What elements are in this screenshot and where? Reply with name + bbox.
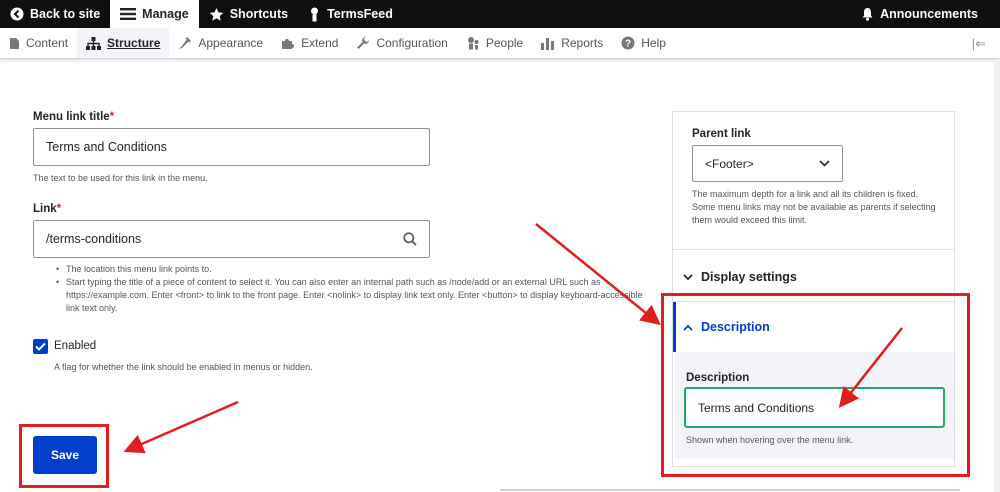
description-field-label: Description bbox=[686, 372, 750, 384]
menu-link-sidebar: Parent link <Footer> The maximum depth f… bbox=[672, 111, 955, 467]
chevron-up-icon bbox=[683, 324, 693, 331]
people-icon bbox=[467, 37, 479, 50]
tray-item-label: People bbox=[485, 36, 524, 50]
link-autocomplete-input[interactable]: /terms-conditions bbox=[33, 220, 430, 258]
tray-item-label: Help bbox=[641, 36, 666, 50]
announcements-label: Announcements bbox=[880, 7, 978, 21]
description-value: Terms and Conditions bbox=[698, 400, 815, 415]
tray-item-help[interactable]: ? Help bbox=[612, 28, 675, 58]
tray-item-label: Appearance bbox=[198, 36, 264, 50]
tray-item-extend[interactable]: Extend bbox=[272, 28, 347, 58]
tray-item-structure[interactable]: Structure bbox=[77, 28, 170, 58]
svg-text:?: ? bbox=[625, 39, 631, 50]
shortcuts-tab[interactable]: Shortcuts bbox=[199, 0, 298, 28]
reports-icon bbox=[541, 38, 555, 50]
manage-tab[interactable]: Manage bbox=[110, 0, 199, 28]
tray-item-label: Reports bbox=[561, 36, 604, 50]
back-to-site-link[interactable]: Back to site bbox=[0, 0, 110, 28]
hamburger-icon bbox=[120, 8, 137, 20]
display-settings-label: Display settings bbox=[701, 270, 797, 284]
manage-label: Manage bbox=[142, 7, 189, 21]
enabled-label[interactable]: Enabled bbox=[54, 340, 96, 352]
enabled-checkbox[interactable] bbox=[33, 339, 48, 354]
shortcuts-label: Shortcuts bbox=[229, 7, 289, 21]
link-help-item: The location this menu link points to. bbox=[56, 263, 656, 276]
menu-link-title-value: Terms and Conditions bbox=[46, 140, 167, 154]
tray-item-label: Content bbox=[26, 36, 69, 50]
admin-tray: Content Structure Appearance Extend Conf… bbox=[0, 28, 1000, 59]
admin-toolbar: Back to site Manage Shortcuts TermsFeed … bbox=[0, 0, 1000, 28]
tray-item-appearance[interactable]: Appearance bbox=[169, 28, 272, 58]
parent-link-value: <Footer> bbox=[705, 156, 754, 171]
link-help-item: Start typing the title of a piece of con… bbox=[56, 276, 656, 315]
parent-link-description: The maximum depth for a link and all its… bbox=[692, 189, 936, 225]
chevron-down-icon bbox=[819, 160, 830, 167]
tray-item-people[interactable]: People bbox=[457, 28, 532, 58]
person-icon bbox=[311, 7, 319, 21]
tray-item-content[interactable]: Content bbox=[0, 28, 77, 58]
checkmark-icon bbox=[35, 342, 46, 351]
tray-item-label: Configuration bbox=[376, 36, 448, 50]
configuration-icon bbox=[357, 37, 370, 49]
content-icon bbox=[10, 37, 19, 49]
display-settings-toggle[interactable]: Display settings bbox=[683, 270, 797, 284]
tray-orientation-toggle[interactable]: |⇐ bbox=[972, 36, 986, 52]
parent-link-select[interactable]: <Footer> bbox=[692, 145, 843, 182]
back-arrow-icon bbox=[10, 7, 24, 21]
menu-link-title-input[interactable]: Terms and Conditions bbox=[33, 128, 430, 166]
save-button[interactable]: Save bbox=[33, 436, 97, 474]
star-icon bbox=[209, 7, 223, 21]
appearance-icon bbox=[179, 37, 192, 49]
user-tab[interactable]: TermsFeed bbox=[298, 0, 403, 28]
page-scrollbar[interactable] bbox=[994, 59, 1000, 492]
menu-link-title-label: Menu link title* bbox=[33, 111, 115, 123]
structure-icon bbox=[86, 36, 102, 50]
tray-item-label: Structure bbox=[107, 36, 161, 50]
tray-item-label: Extend bbox=[301, 36, 339, 50]
help-icon: ? bbox=[621, 36, 635, 50]
description-section-body: Description Terms and Conditions Shown w… bbox=[675, 352, 954, 459]
tray-item-reports[interactable]: Reports bbox=[532, 28, 612, 58]
required-marker: * bbox=[109, 111, 115, 123]
menu-link-title-description: The text to be used for this link in the… bbox=[33, 173, 208, 183]
search-icon bbox=[403, 232, 417, 246]
tray-item-configuration[interactable]: Configuration bbox=[347, 28, 456, 58]
link-label: Link* bbox=[33, 203, 62, 215]
user-label: TermsFeed bbox=[327, 7, 393, 21]
description-section-label: Description bbox=[701, 320, 770, 334]
chevron-down-icon bbox=[683, 273, 693, 280]
extend-icon bbox=[282, 39, 295, 49]
required-marker: * bbox=[56, 203, 62, 215]
arrow-to-save bbox=[123, 400, 239, 454]
link-help-list: The location this menu link points to. S… bbox=[56, 263, 656, 315]
parent-link-label: Parent link bbox=[692, 128, 751, 140]
link-value: /terms-conditions bbox=[46, 232, 142, 246]
enabled-description: A flag for whether the link should be en… bbox=[54, 362, 313, 372]
description-help: Shown when hovering over the menu link. bbox=[686, 435, 854, 445]
description-input[interactable]: Terms and Conditions bbox=[684, 387, 945, 428]
description-section-toggle[interactable]: Description bbox=[683, 320, 770, 334]
announcements-tab[interactable]: Announcements bbox=[851, 0, 1000, 28]
back-to-site-label: Back to site bbox=[30, 7, 101, 21]
bell-icon bbox=[862, 8, 873, 21]
